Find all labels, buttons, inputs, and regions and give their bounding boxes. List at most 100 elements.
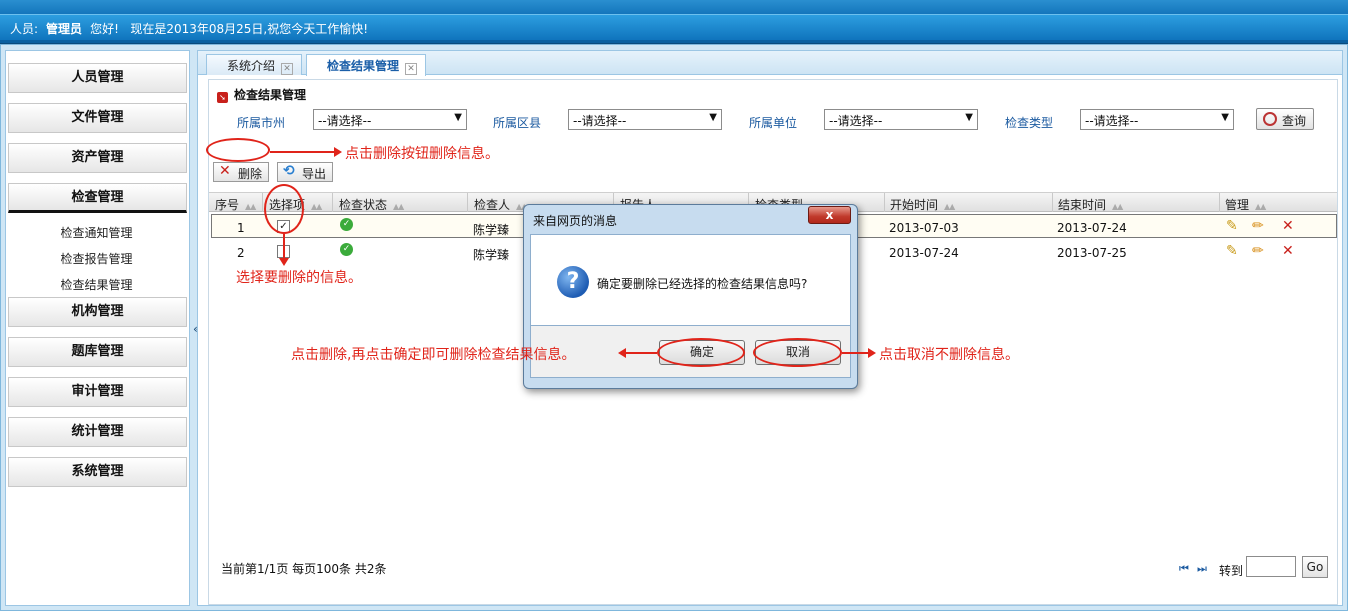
column-header-label: 检查人 (474, 198, 511, 212)
filter-city-value: --请选择-- (318, 114, 372, 128)
export-icon: ⟲ (283, 163, 295, 179)
filter-unit-select[interactable]: --请选择-- ▼ (824, 109, 978, 130)
sort-icon: ▲▲ (944, 202, 955, 211)
row-inspector: 陈学臻 (473, 223, 510, 237)
arrow-right-icon (868, 348, 876, 358)
filter-county-label: 所属区县 (493, 116, 542, 130)
pagination-info: 当前第1/1页 每页100条 共2条 (221, 562, 387, 576)
annotation-arrow (842, 352, 870, 354)
column-header-end[interactable]: 结束时间 ▲▲ (1058, 196, 1123, 213)
delete-button-label: 删除 (238, 167, 263, 181)
sidebar-item-files[interactable]: 文件管理 (8, 103, 187, 133)
user-name: 管理员 (46, 22, 83, 36)
filter-city-select[interactable]: --请选择-- ▼ (313, 109, 467, 130)
tab-bar: 系统介绍 ✕ 检查结果管理 ✕ (198, 51, 1342, 76)
chevron-down-icon: ▼ (709, 112, 717, 123)
filter-county-select[interactable]: --请选择-- ▼ (568, 109, 722, 130)
row-end-date: 2013-07-24 (1057, 221, 1127, 235)
sort-icon: ▲▲ (311, 202, 322, 211)
column-divider (884, 193, 885, 212)
status-ok-icon: ✓ (340, 218, 353, 231)
go-button[interactable]: Go (1302, 556, 1328, 578)
column-header-start[interactable]: 开始时间 ▲▲ (890, 196, 955, 213)
first-page-icon[interactable]: ⏮ (1179, 562, 1189, 576)
dialog-body: ? 确定要删除已经选择的检查结果信息吗? (530, 234, 851, 326)
sort-icon: ▲▲ (393, 202, 404, 211)
checkbox-highlight (264, 184, 304, 234)
close-icon[interactable]: ✕ (281, 63, 294, 75)
panel-title: ➘ 检查结果管理 (217, 86, 306, 103)
sidebar-item-inspection[interactable]: 检查管理 (8, 183, 187, 213)
annotation-arrow (625, 352, 657, 354)
dialog-message: 确定要删除已经选择的检查结果信息吗? (597, 277, 808, 291)
delete-icon: ✕ (219, 163, 231, 179)
cancel-button-highlight (753, 338, 842, 367)
column-header-inspector[interactable]: 检查人 ▲▲ (474, 196, 527, 213)
sidebar-item-question-bank[interactable]: 题库管理 (8, 337, 187, 367)
sidebar-item-organization[interactable]: 机构管理 (8, 297, 187, 327)
sidebar-item-audit[interactable]: 审计管理 (8, 377, 187, 407)
tab-label: 系统介绍 (227, 59, 276, 73)
sidebar-subitem-inspection-result[interactable]: 检查结果管理 (6, 276, 187, 293)
date-text: 现在是2013年08月25日,祝您今天工作愉快! (130, 22, 369, 36)
filter-type-label: 检查类型 (1005, 116, 1054, 130)
column-divider (467, 193, 468, 212)
status-ok-icon: ✓ (340, 243, 353, 256)
arrow-right-icon (334, 147, 342, 157)
export-button[interactable]: ⟲ 导出 (277, 162, 334, 182)
sort-icon: ▲▲ (1255, 202, 1266, 211)
dialog-close-button[interactable]: x (808, 206, 851, 224)
column-divider (262, 193, 263, 212)
user-label: 人员: (10, 22, 39, 36)
close-icon[interactable]: ✕ (405, 63, 418, 75)
view-icon[interactable]: ✎ (1226, 218, 1238, 234)
column-header-label: 管理 (1225, 198, 1250, 212)
sidebar-item-statistics[interactable]: 统计管理 (8, 417, 187, 447)
sort-icon: ▲▲ (245, 202, 256, 211)
sidebar-subitem-inspection-report[interactable]: 检查报告管理 (6, 250, 187, 267)
sidebar-item-system[interactable]: 系统管理 (8, 457, 187, 487)
column-header-label: 开始时间 (890, 198, 939, 212)
tab-inspection-result[interactable]: 检查结果管理 ✕ (306, 54, 427, 76)
row-end-date: 2013-07-25 (1057, 246, 1127, 260)
arrow-down-icon (279, 258, 289, 266)
export-button-label: 导出 (302, 167, 327, 181)
filter-city-label: 所属市州 (237, 116, 286, 130)
view-icon[interactable]: ✎ (1226, 243, 1238, 259)
chevron-down-icon: ▼ (454, 112, 462, 123)
sidebar-item-assets[interactable]: 资产管理 (8, 143, 187, 173)
row-start-date: 2013-07-24 (889, 246, 959, 260)
delete-button-highlight (206, 138, 270, 162)
goto-page-input[interactable] (1246, 556, 1296, 577)
sidebar-subitem-inspection-notice[interactable]: 检查通知管理 (6, 224, 187, 241)
annotation-arrow (270, 151, 336, 153)
column-divider (1219, 193, 1220, 212)
edit-icon[interactable]: ✏ (1252, 218, 1264, 234)
column-header-label: 结束时间 (1058, 198, 1107, 212)
edit-icon[interactable]: ✏ (1252, 243, 1264, 259)
sidebar-item-personnel[interactable]: 人员管理 (8, 63, 187, 93)
column-divider (1052, 193, 1053, 212)
chevron-down-icon: ▼ (1221, 112, 1229, 123)
delete-button[interactable]: ✕ 删除 (213, 162, 270, 182)
column-header-index[interactable]: 序号 ▲▲ (215, 196, 256, 213)
tab-system-intro[interactable]: 系统介绍 ✕ (206, 54, 303, 75)
query-button[interactable]: 查询 (1256, 108, 1314, 130)
filter-county-value: --请选择-- (573, 114, 627, 128)
filter-type-value: --请选择-- (1085, 114, 1139, 128)
question-icon: ? (557, 266, 589, 298)
column-divider (332, 193, 333, 212)
delete-row-icon[interactable]: ✕ (1282, 218, 1294, 234)
annotation-confirm-hint: 点击删除,再点击确定即可删除检查结果信息。 (291, 347, 576, 363)
user-greeting: 人员: 管理员 您好! 现在是2013年08月25日,祝您今天工作愉快! (10, 20, 368, 37)
column-header-status[interactable]: 检查状态 ▲▲ (339, 196, 404, 213)
tab-label: 检查结果管理 (327, 59, 400, 73)
arrow-left-icon (618, 348, 626, 358)
delete-row-icon[interactable]: ✕ (1282, 243, 1294, 259)
row-start-date: 2013-07-03 (889, 221, 959, 235)
panel-title-icon: ➘ (217, 92, 228, 103)
annotation-delete-hint: 点击删除按钮删除信息。 (345, 146, 499, 162)
filter-type-select[interactable]: --请选择-- ▼ (1080, 109, 1234, 130)
annotation-cancel-hint: 点击取消不删除信息。 (879, 347, 1019, 363)
last-page-icon[interactable]: ⏭ (1197, 562, 1207, 576)
